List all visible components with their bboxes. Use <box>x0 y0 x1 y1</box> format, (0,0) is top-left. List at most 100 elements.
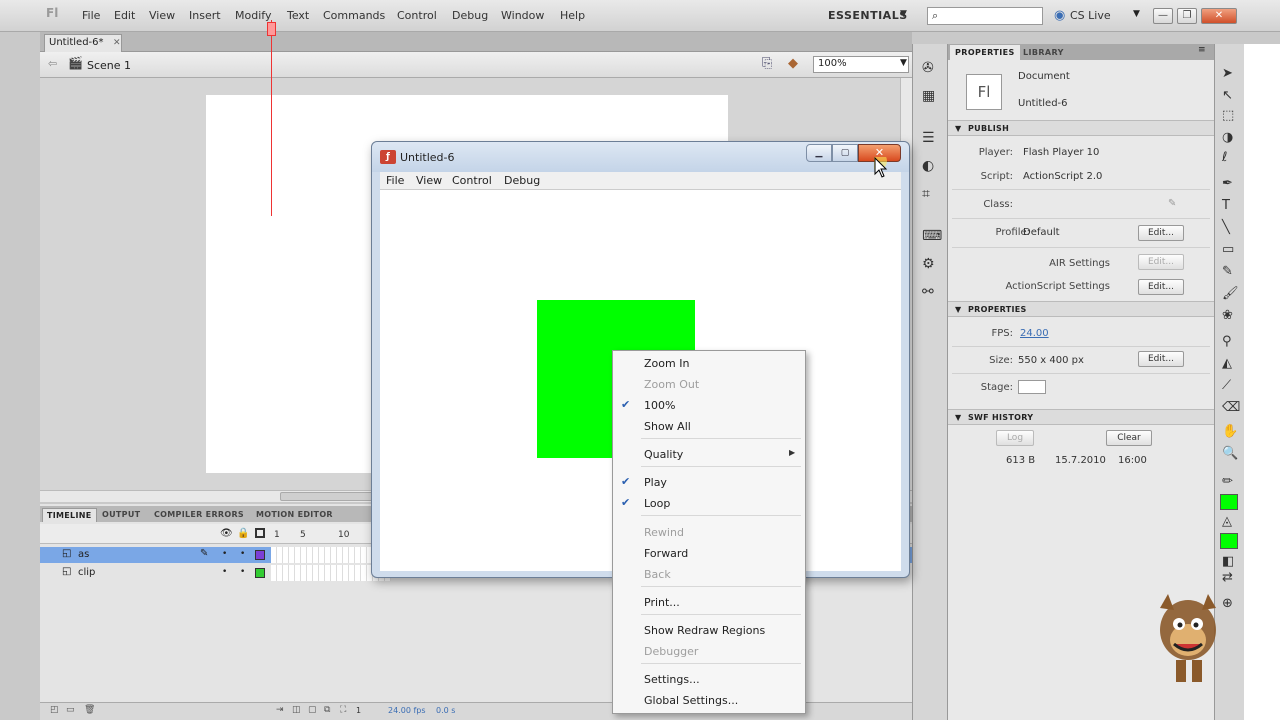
edit-symbols-icon[interactable]: ◆ <box>788 56 798 71</box>
paint-bucket-icon[interactable]: ◭ <box>1222 356 1232 371</box>
lock-dot[interactable]: • <box>240 567 245 577</box>
player-maximize-button[interactable]: ▢ <box>832 144 858 162</box>
onion-skin-icon[interactable]: ◫ <box>292 705 301 715</box>
disclosure-triangle-icon[interactable]: ▼ <box>955 124 961 133</box>
zoom-tool-icon[interactable]: 🔍 <box>1222 446 1238 461</box>
code-snippets-icon[interactable]: ⌨ <box>922 228 942 244</box>
bone-tool-icon[interactable]: ⚲ <box>1222 334 1232 349</box>
menu-item-settings[interactable]: Settings... <box>613 669 805 689</box>
scene-label[interactable]: Scene 1 <box>87 59 131 72</box>
menu-item-quality[interactable]: Quality ▶ <box>613 444 805 464</box>
fill-color-icon[interactable]: ◬ <box>1222 514 1232 529</box>
panel-menu-icon[interactable]: ≡ <box>1198 45 1206 55</box>
new-folder-icon[interactable]: ▭ <box>66 705 75 715</box>
menu-item-forward[interactable]: Forward <box>613 543 805 563</box>
pencil-icon[interactable]: ✎ <box>1168 198 1176 209</box>
menu-item-play[interactable]: ✔ Play <box>613 472 805 492</box>
menu-item-global-settings[interactable]: Global Settings... <box>613 690 805 710</box>
edit-actionscript-button[interactable]: Edit... <box>1138 279 1184 295</box>
layer-color-swatch[interactable] <box>255 550 265 560</box>
close-icon[interactable]: ✕ <box>113 38 121 48</box>
lock-icon[interactable]: 🔒 <box>237 528 249 539</box>
restore-button[interactable]: ❐ <box>1177 8 1197 24</box>
menu-item-loop[interactable]: ✔ Loop <box>613 493 805 513</box>
tab-motion-editor[interactable]: MOTION EDITOR <box>252 508 337 522</box>
player-minimize-button[interactable]: ▁ <box>806 144 832 162</box>
player-menu-view[interactable]: View <box>416 174 442 187</box>
player-title-bar[interactable]: ƒ Untitled-6 ▁ ▢ ✕ <box>372 142 909 172</box>
stroke-color-icon[interactable]: ✏ <box>1222 474 1233 489</box>
cslive-icon[interactable]: ◉ <box>1054 8 1065 23</box>
menu-text[interactable]: Text <box>287 9 309 22</box>
line-tool-icon[interactable]: ╲ <box>1222 220 1230 235</box>
fps-value[interactable]: 24.00 <box>1020 328 1049 339</box>
layer-name[interactable]: as <box>78 549 89 560</box>
properties-section-header[interactable]: ▼ PROPERTIES <box>948 301 1214 317</box>
menu-edit[interactable]: Edit <box>114 9 135 22</box>
layer-color-swatch[interactable] <box>255 568 265 578</box>
chevron-down-icon[interactable]: ▼ <box>900 58 907 68</box>
menu-file[interactable]: File <box>82 9 100 22</box>
edit-scene-icon[interactable]: ⎘ <box>762 56 772 71</box>
tab-output[interactable]: OUTPUT <box>98 508 144 522</box>
document-name-field[interactable]: Untitled-6 <box>1018 98 1068 109</box>
components-icon[interactable]: ⚙ <box>922 256 935 272</box>
history-icon[interactable]: ▦ <box>922 88 935 104</box>
eye-icon[interactable]: 👁 <box>220 528 233 539</box>
pencil-tool-icon[interactable]: ✎ <box>1222 264 1233 279</box>
clear-button[interactable]: Clear <box>1106 430 1152 446</box>
menu-item-show-redraw-regions[interactable]: Show Redraw Regions <box>613 620 805 640</box>
fill-color-swatch[interactable] <box>1220 533 1238 549</box>
menu-control[interactable]: Control <box>397 9 437 22</box>
edit-air-button[interactable]: Edit... <box>1138 254 1184 270</box>
menu-insert[interactable]: Insert <box>189 9 221 22</box>
new-layer-icon[interactable]: ◰ <box>50 705 59 715</box>
text-tool-icon[interactable]: T <box>1222 198 1230 213</box>
transform-icon[interactable]: ⌗ <box>922 186 930 202</box>
stroke-color-swatch[interactable] <box>1220 494 1238 510</box>
swap-colors-icon[interactable]: ⇄ <box>1222 570 1233 585</box>
free-transform-icon[interactable]: ⬚ <box>1222 108 1234 123</box>
selection-tool-icon[interactable]: ➤ <box>1222 66 1233 81</box>
menu-help[interactable]: Help <box>560 9 585 22</box>
frame-rate[interactable]: 24.00 fps <box>388 706 426 715</box>
zoom-select[interactable]: 100% <box>813 56 909 73</box>
tab-properties[interactable]: PROPERTIES <box>950 45 1020 60</box>
playhead-handle[interactable] <box>267 22 276 36</box>
component-inspector-icon[interactable]: ⚯ <box>922 284 934 300</box>
visibility-dot[interactable]: • <box>222 567 227 577</box>
eyedropper-icon[interactable]: ⟋ <box>1222 378 1231 393</box>
player-menu-control[interactable]: Control <box>452 174 492 187</box>
pen-tool-icon[interactable]: ✒ <box>1222 176 1233 191</box>
playhead[interactable] <box>271 20 272 216</box>
minimize-button[interactable]: — <box>1153 8 1173 24</box>
menu-item-zoom-in[interactable]: Zoom In <box>613 353 805 373</box>
menu-item-100[interactable]: ✔ 100% <box>613 395 805 415</box>
hand-tool-icon[interactable]: ✋ <box>1222 424 1238 439</box>
edit-multiple-frames-icon[interactable]: ⧉ <box>324 705 330 715</box>
tab-timeline[interactable]: TIMELINE <box>42 508 97 522</box>
workspace-switcher[interactable]: ESSENTIALS <box>828 9 908 22</box>
document-tab[interactable]: Untitled-6* ✕ <box>44 34 122 52</box>
edit-profile-button[interactable]: Edit... <box>1138 225 1184 241</box>
player-menu-debug[interactable]: Debug <box>504 174 540 187</box>
back-arrow-icon[interactable]: ⇦ <box>48 57 57 70</box>
menu-item-print[interactable]: Print... <box>613 592 805 612</box>
disclosure-triangle-icon[interactable]: ▼ <box>955 305 961 314</box>
outline-toggle-icon[interactable] <box>255 528 265 538</box>
disclosure-triangle-icon[interactable]: ▼ <box>955 413 961 422</box>
log-button[interactable]: Log <box>996 430 1034 446</box>
default-colors-icon[interactable]: ◧ <box>1222 554 1234 569</box>
motion-presets-icon[interactable]: ✇ <box>922 60 934 76</box>
center-frame-icon[interactable]: ⇥ <box>276 705 284 715</box>
layer-name[interactable]: clip <box>78 567 95 578</box>
eraser-icon[interactable]: ⌫ <box>1222 400 1240 415</box>
delete-layer-icon[interactable]: 🗑 <box>84 705 95 715</box>
3d-rotation-icon[interactable]: ◑ <box>1222 130 1233 145</box>
menu-view[interactable]: View <box>149 9 175 22</box>
align-icon[interactable]: ☰ <box>922 130 935 146</box>
lock-dot[interactable]: • <box>240 549 245 559</box>
deco-tool-icon[interactable]: ❀ <box>1222 308 1233 323</box>
visibility-dot[interactable]: • <box>222 549 227 559</box>
menu-window[interactable]: Window <box>501 9 544 22</box>
